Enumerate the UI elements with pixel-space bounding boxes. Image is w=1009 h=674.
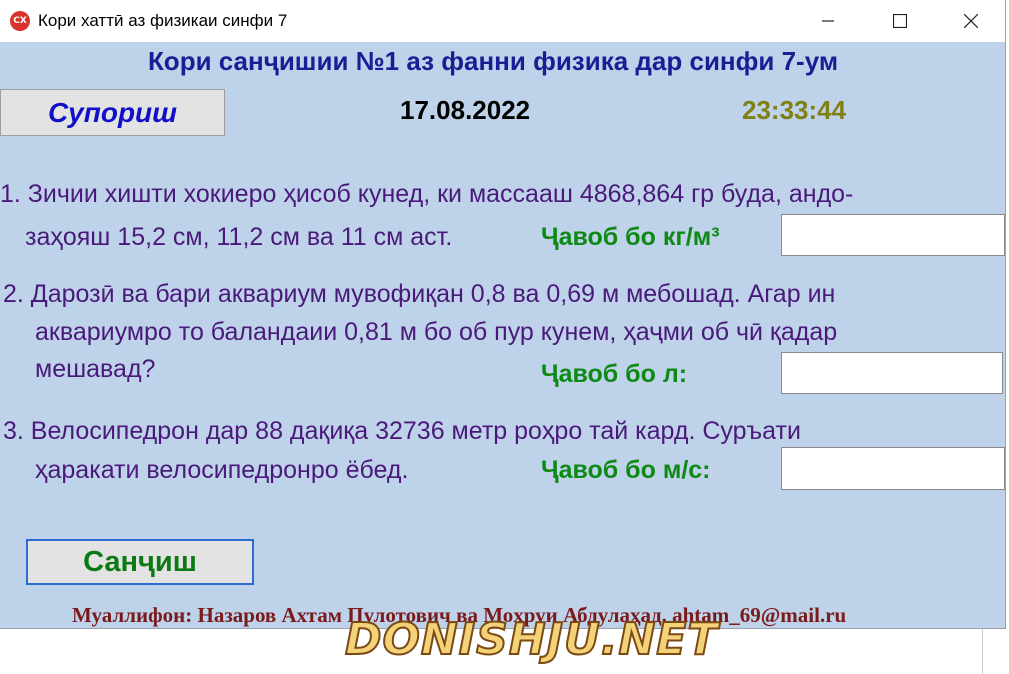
- app-icon: CX: [10, 11, 30, 31]
- time-display: 23:33:44: [742, 95, 847, 125]
- close-button[interactable]: [948, 0, 994, 42]
- task-button[interactable]: Супориш: [0, 89, 225, 136]
- maximize-icon: [893, 14, 907, 28]
- answer-1-label: Ҷавоб бо кг/м³: [541, 223, 720, 251]
- question-3-line-2: ҳаракати велосипедронро ёбед.: [35, 456, 409, 484]
- question-3-line-1: 3. Велосипедрон дар 88 дақиқа 32736 метр…: [3, 417, 801, 445]
- divider: [982, 629, 983, 674]
- answer-1-input[interactable]: [781, 214, 1005, 256]
- maximize-button[interactable]: [877, 0, 923, 42]
- close-icon: [964, 14, 978, 28]
- minimize-icon: [822, 20, 834, 22]
- answer-2-input[interactable]: [781, 352, 1003, 394]
- date-display: 17.08.2022: [400, 95, 531, 125]
- app-window: CX Кори хаттӣ аз физикаи синфи 7 Кори са…: [0, 0, 1006, 629]
- question-2-line-3: мешавад?: [35, 355, 156, 383]
- minimize-button[interactable]: [805, 0, 851, 42]
- answer-2-label: Ҷавоб бо л:: [541, 360, 688, 388]
- question-2-line-1: 2. Дарозӣ ва бари аквариум мувофиқан 0,8…: [3, 280, 836, 308]
- answer-3-label: Ҷавоб бо м/с:: [541, 456, 711, 484]
- question-2-line-2: аквариумро то баландаии 0,81 м бо об пур…: [35, 318, 838, 346]
- title-bar[interactable]: CX Кори хаттӣ аз физикаи синфи 7: [0, 0, 1005, 42]
- answer-3-input[interactable]: [781, 447, 1005, 490]
- question-1-line-1: 1. Зичии хишти хокиеро ҳисоб кунед, ки м…: [0, 180, 854, 208]
- site-watermark: DONISHJU.NET: [344, 613, 719, 666]
- question-1-line-2: заҳояш 15,2 см, 11,2 см ва 11 см аст.: [25, 223, 453, 251]
- test-heading: Кори санҷишии №1 аз фанни физика дар син…: [147, 46, 839, 76]
- check-button[interactable]: Санҷиш: [26, 539, 254, 585]
- window-title: Кори хаттӣ аз физикаи синфи 7: [38, 11, 288, 30]
